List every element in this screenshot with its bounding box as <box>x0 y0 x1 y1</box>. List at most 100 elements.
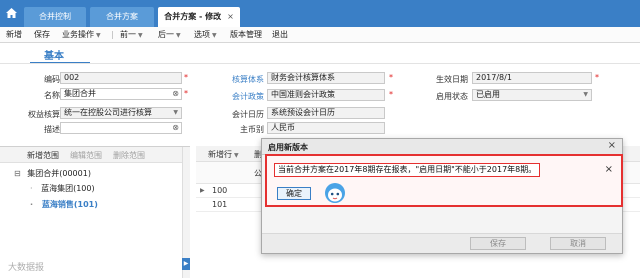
tab-label: 合并方案 <box>106 12 138 21</box>
previous-label: 前一 <box>120 30 136 39</box>
chevron-down-icon: ▼ <box>173 109 178 116</box>
multilang-icon[interactable]: ⊗ <box>172 89 179 99</box>
business-ops-menu[interactable]: 业务操作 ▼ <box>62 29 101 42</box>
dialog-header: 启用新版本 × <box>262 139 622 155</box>
add-row-button[interactable]: 新增行 ▼ <box>208 149 239 160</box>
version-management-label: 版本管理 <box>230 30 262 39</box>
required-mark: * <box>389 90 393 99</box>
acct-system-label[interactable]: 核算体系 <box>204 74 264 85</box>
code-label: 编码 <box>44 75 60 84</box>
multilang-icon[interactable]: ⊗ <box>172 123 179 133</box>
effective-date-field[interactable]: 2017/8/1 <box>472 72 592 84</box>
tree-root-label: 集团合并(00001) <box>27 169 91 178</box>
tab-merge-plan-edit[interactable]: 合并方案 - 修改 × <box>158 7 240 27</box>
chevron-down-icon: ▼ <box>212 32 217 39</box>
tab-merge-plan[interactable]: 合并方案 <box>90 7 154 27</box>
previous-menu[interactable]: 前一 ▼ <box>120 29 143 42</box>
equity-label: 权益核算 <box>28 110 60 119</box>
chevron-down-icon: ▼ <box>234 152 239 159</box>
save-button[interactable]: 保存 <box>34 29 50 41</box>
tab-label: 合并控制 <box>39 12 71 21</box>
scope-tree-panel: 新增范围 编辑范围 删除范围 ⊟ 集团合并(00001) · 蓝海集团(100)… <box>0 146 190 278</box>
exit-label: 退出 <box>272 30 288 39</box>
tree-item[interactable]: · 蓝海集团(100) <box>30 183 95 194</box>
status-select[interactable]: 已启用 ▼ <box>472 89 592 101</box>
chevron-right-icon[interactable]: ▶ <box>182 258 190 270</box>
divider <box>0 63 640 64</box>
acct-system-field[interactable]: 财务会计核算体系 <box>267 72 385 84</box>
watermark: 大数据报 <box>8 263 45 273</box>
row-pointer-icon: ▶ <box>200 187 205 194</box>
acct-policy-field[interactable]: 中国准则会计政策 <box>267 89 385 101</box>
error-alert: 当前合并方案在2017年8期存在报表，"启用日期"不能小于2017年8期。 × … <box>265 154 623 207</box>
top-tab-strip: 合并控制 合并方案 合并方案 - 修改 × <box>0 0 640 27</box>
tree-item-label: 蓝海集团(100) <box>41 184 95 193</box>
tab-basic[interactable]: 基本 <box>44 47 64 62</box>
required-mark: * <box>389 73 393 82</box>
equity-select[interactable]: 统一在控股公司进行核算 ▼ <box>60 107 182 119</box>
close-icon[interactable]: × <box>227 12 234 21</box>
name-value: 集团合并 <box>64 89 96 98</box>
bullet-icon: · <box>30 184 33 193</box>
add-scope-button[interactable]: 新增范围 <box>27 150 59 161</box>
chevron-down-icon: ▼ <box>583 91 588 98</box>
main-toolbar: 新增 保存 业务操作 ▼ 前一 ▼ 后一 ▼ 选项 ▼ 版本管理 退出 <box>0 27 640 43</box>
business-ops-label: 业务操作 <box>62 30 94 39</box>
close-icon[interactable]: × <box>605 164 613 175</box>
new-button-label: 新增 <box>6 30 22 39</box>
mascot-icon <box>325 183 345 203</box>
status-value: 已启用 <box>476 90 500 99</box>
tab-merge-control[interactable]: 合并控制 <box>24 7 86 27</box>
acct-policy-label[interactable]: 会计政策 <box>204 91 264 102</box>
exit-button[interactable]: 退出 <box>272 29 288 41</box>
tab-label: 合并方案 - 修改 <box>164 12 222 21</box>
options-menu[interactable]: 选项 ▼ <box>194 29 217 42</box>
table-cell: 101 <box>212 200 228 209</box>
equity-value: 统一在控股公司进行核算 <box>64 108 152 117</box>
dialog-title: 启用新版本 <box>268 143 308 152</box>
tree-item-selected[interactable]: · 蓝海销售(101) <box>30 199 98 210</box>
ok-button[interactable]: 确定 <box>277 187 311 200</box>
table-cell: 100 <box>212 186 228 195</box>
next-label: 后一 <box>158 30 174 39</box>
tree-root[interactable]: ⊟ 集团合并(00001) <box>14 168 91 179</box>
acct-system-value: 财务会计核算体系 <box>271 73 335 82</box>
acct-calendar-field[interactable]: 系统预设会计日历 <box>267 107 385 119</box>
version-management-button[interactable]: 版本管理 <box>230 29 262 41</box>
status-label: 启用状态 <box>436 92 468 101</box>
name-field[interactable]: 集团合并 ⊗ <box>60 88 182 100</box>
code-value: 002 <box>64 73 80 82</box>
name-label: 名称 <box>44 91 60 100</box>
bullet-icon: · <box>30 200 34 209</box>
toolbar-divider <box>112 31 113 39</box>
collapse-icon[interactable]: ⊟ <box>14 169 21 178</box>
description-label: 描述 <box>44 125 60 134</box>
acct-policy-value: 中国准则会计政策 <box>271 90 335 99</box>
close-icon[interactable]: × <box>608 140 616 151</box>
save-button-label: 保存 <box>34 30 50 39</box>
acct-calendar-value: 系统预设会计日历 <box>271 108 335 117</box>
delete-scope-button[interactable]: 删除范围 <box>113 150 145 161</box>
chevron-down-icon: ▼ <box>138 32 143 39</box>
currency-field[interactable]: 人民币 <box>267 122 385 134</box>
tree-toolbar: 新增范围 编辑范围 删除范围 <box>0 147 190 163</box>
currency-value: 人民币 <box>271 123 295 132</box>
chevron-down-icon: ▼ <box>176 32 181 39</box>
acct-calendar-label: 会计日历 <box>232 110 264 119</box>
required-mark: * <box>184 89 188 98</box>
home-icon[interactable] <box>6 8 17 18</box>
add-row-label: 新增行 <box>208 150 232 159</box>
description-field[interactable]: ⊗ <box>60 122 182 134</box>
code-field[interactable]: 002 <box>60 72 182 84</box>
chevron-down-icon: ▼ <box>96 32 101 39</box>
dialog-footer: 保存 取消 <box>262 233 622 253</box>
effective-date-label: 生效日期 <box>436 75 468 84</box>
tree-item-label: 蓝海销售(101) <box>41 200 98 209</box>
new-button[interactable]: 新增 <box>6 29 22 41</box>
dialog-cancel-button[interactable]: 取消 <box>550 237 606 250</box>
dialog-save-button[interactable]: 保存 <box>470 237 526 250</box>
required-mark: * <box>184 73 188 82</box>
effective-date-value: 2017/8/1 <box>476 73 512 82</box>
next-menu[interactable]: 后一 ▼ <box>158 29 181 42</box>
edit-scope-button[interactable]: 编辑范围 <box>70 150 102 161</box>
